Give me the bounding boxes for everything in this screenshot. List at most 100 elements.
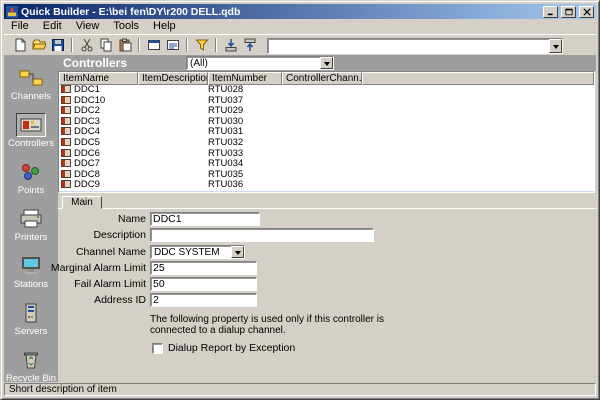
filter-icon (195, 38, 209, 52)
content-header: Controllers (All) (58, 55, 596, 71)
channel-name-label: Channel Name (46, 246, 146, 258)
cell-itemnumber: RTU029 (208, 106, 282, 117)
upload-button[interactable] (240, 36, 259, 53)
menu-file[interactable]: File (4, 20, 36, 33)
page-title: Controllers (58, 56, 127, 70)
cell-itemname: DDC4 (74, 127, 100, 137)
copy-icon (99, 38, 113, 52)
filter-button[interactable] (192, 36, 211, 53)
new-button[interactable] (10, 36, 29, 53)
cell-itemname: DDC9 (74, 180, 100, 190)
copy-button[interactable] (96, 36, 115, 53)
menu-view[interactable]: View (69, 20, 107, 33)
item-properties-button[interactable] (163, 36, 182, 53)
download-icon (224, 38, 238, 52)
controller-icon (61, 106, 71, 114)
table-row[interactable]: DDC9 RTU036 (59, 180, 594, 191)
controllers-icon (19, 115, 43, 135)
table-row[interactable]: DDC5 RTU032 (59, 138, 594, 149)
cell-itemname: DDC5 (74, 138, 100, 148)
column-header-controllerchannel[interactable]: ControllerChann... (282, 72, 362, 85)
dialup-note: The following property is used only if t… (150, 314, 440, 336)
upload-icon (243, 38, 257, 52)
channel-name-value: DDC SYSTEM (151, 246, 231, 258)
chevron-down-icon (553, 45, 559, 52)
name-field[interactable] (150, 212, 260, 226)
table-row[interactable]: DDC10RTU037 (59, 96, 594, 107)
toolbar-combobox-value (268, 39, 549, 53)
dialup-report-label: Dialup Report by Exception (168, 342, 295, 354)
fail-alarm-limit-label: Fail Alarm Limit (46, 278, 146, 290)
dialup-note-line1: The following property is used only if t… (150, 314, 440, 325)
address-id-label: Address ID (46, 294, 146, 306)
save-button[interactable] (48, 36, 67, 53)
toolbar-combobox-arrow[interactable] (549, 39, 562, 53)
toolbar-combobox[interactable] (267, 38, 563, 54)
cut-icon (80, 38, 94, 52)
marginal-alarm-limit-field[interactable] (150, 261, 257, 275)
controller-icon (61, 96, 71, 104)
cell-itemnumber: RTU036 (208, 180, 282, 191)
marginal-alarm-limit-label: Marginal Alarm Limit (46, 262, 146, 274)
window-title: Quick Builder - E:\bei fen\DY\r200 DELL.… (21, 6, 540, 18)
controller-icon (61, 117, 71, 125)
menu-edit[interactable]: Edit (36, 20, 69, 33)
channels-icon (19, 68, 43, 88)
cell-itemnumber: RTU033 (208, 149, 282, 160)
cell-itemnumber: RTU030 (208, 117, 282, 128)
column-header-itemname[interactable]: ItemName (59, 72, 138, 85)
cut-button[interactable] (77, 36, 96, 53)
table-row[interactable]: DDC2RTU029 (59, 106, 594, 117)
menu-bar: File Edit View Tools Help (4, 20, 596, 33)
cell-itemdescription (138, 180, 208, 191)
controller-icon (61, 138, 71, 146)
cell-channel (282, 85, 594, 96)
channel-name-dropdown[interactable]: DDC SYSTEM (150, 245, 245, 259)
description-label: Description (46, 229, 146, 241)
sidebar-item-controllers[interactable]: Controllers (4, 113, 58, 149)
channel-dropdown-arrow[interactable] (231, 246, 244, 258)
toolbar-separator (215, 38, 217, 52)
paste-button[interactable] (115, 36, 134, 53)
new-document-icon (13, 38, 27, 52)
table-row[interactable]: DDC6 RTU033 (59, 149, 594, 160)
table-row[interactable]: DDC4RTU031 (59, 127, 594, 138)
download-button[interactable] (221, 36, 240, 53)
cell-itemnumber: RTU034 (208, 159, 282, 170)
filter-dropdown-arrow[interactable] (320, 57, 333, 69)
points-icon (19, 162, 43, 182)
cell-itemname: DDC6 (74, 149, 100, 159)
table-row[interactable]: DDC8RTU035 (59, 170, 594, 181)
sidebar-item-channels[interactable]: Channels (4, 66, 58, 102)
cell-itemdescription (138, 106, 208, 117)
controller-icon (61, 127, 71, 135)
table-row[interactable]: DDC1RTU028 (59, 85, 594, 96)
filter-dropdown[interactable]: (All) (186, 56, 334, 70)
table-row[interactable]: DDC7RTU034 (59, 159, 594, 170)
table-row[interactable]: DDC3RTU030 (59, 117, 594, 128)
fail-alarm-limit-field[interactable] (150, 277, 257, 291)
menu-tools[interactable]: Tools (106, 20, 146, 33)
maximize-button[interactable] (561, 6, 576, 18)
description-field[interactable] (150, 228, 374, 242)
close-button[interactable] (579, 6, 594, 18)
cell-itemdescription (138, 149, 208, 160)
address-id-field[interactable] (150, 293, 257, 307)
menu-help[interactable]: Help (146, 20, 183, 33)
cell-channel (282, 138, 594, 149)
cell-itemnumber: RTU032 (208, 138, 282, 149)
tab-main[interactable]: Main (62, 196, 102, 209)
column-header-itemdescription[interactable]: ItemDescription (138, 72, 208, 85)
cell-itemname: DDC1 (74, 85, 100, 95)
cell-channel (282, 127, 594, 138)
open-button[interactable] (29, 36, 48, 53)
sidebar-item-label: Points (4, 186, 58, 196)
filter-dropdown-value: (All) (187, 57, 320, 69)
column-header-itemnumber[interactable]: ItemNumber (208, 72, 282, 85)
minimize-button[interactable] (543, 6, 558, 18)
close-icon (582, 8, 592, 16)
sidebar-item-points[interactable]: Points (4, 160, 58, 196)
dialup-report-checkbox[interactable] (152, 343, 163, 354)
app-window: Quick Builder - E:\bei fen\DY\r200 DELL.… (0, 0, 600, 400)
add-item-button[interactable] (144, 36, 163, 53)
